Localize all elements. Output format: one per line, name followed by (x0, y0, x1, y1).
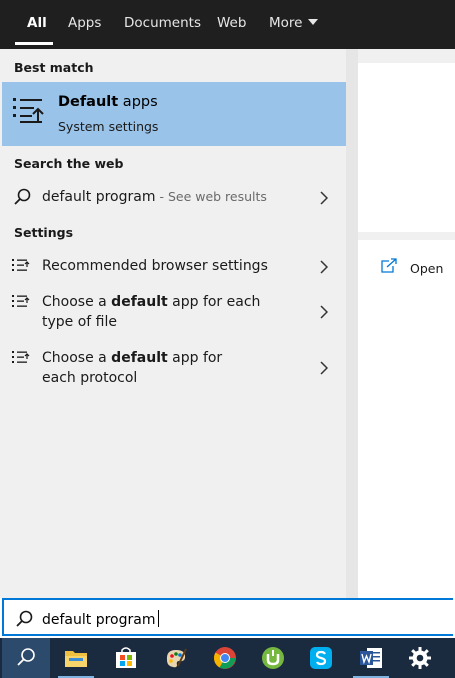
settings-result-text: Choose a default app for each type of fi… (42, 292, 287, 332)
settings-result-default-app-file-type[interactable]: Choose a default app for each type of fi… (2, 290, 346, 336)
chevron-right-icon (320, 304, 329, 323)
open-label: Open (410, 261, 444, 276)
settings-result-text-part: Choose a (42, 294, 112, 310)
best-match-subtitle: System settings (58, 119, 159, 134)
tab-apps[interactable]: Apps (68, 0, 101, 49)
settings-result-text-part: default (111, 294, 168, 310)
chevron-right-icon (320, 360, 329, 379)
utorrent-icon (262, 647, 284, 669)
settings-result-default-app-protocol[interactable]: Choose a default app for each protocol (2, 346, 346, 392)
store-icon (116, 647, 136, 668)
search-filter-bar: All Apps Documents Web More (0, 0, 455, 49)
tab-all-label: All (27, 15, 47, 31)
taskbar-search-button[interactable] (2, 638, 50, 678)
tab-more[interactable]: More (269, 0, 319, 49)
chrome-icon (214, 647, 236, 669)
settings-list-icon (12, 96, 46, 132)
tab-documents-label: Documents (124, 15, 201, 31)
taskbar-file-explorer[interactable] (52, 638, 100, 678)
tab-web-label: Web (217, 15, 247, 31)
settings-list-icon (12, 350, 30, 370)
pane-divider (346, 49, 358, 598)
chevron-right-icon (320, 259, 329, 278)
open-external-icon (380, 258, 398, 278)
tab-active-underline (15, 42, 53, 45)
tab-web[interactable]: Web (217, 0, 246, 49)
web-result-row[interactable]: default program - See web results (2, 182, 346, 212)
search-icon (14, 609, 34, 633)
tab-more-label: More (269, 15, 303, 31)
web-result-text: default program - See web results (42, 187, 302, 207)
settings-result-text-part: Recommended browser settings (42, 258, 268, 274)
section-best-match: Best match (14, 60, 94, 75)
preview-actions (358, 240, 455, 598)
tab-apps-label: Apps (68, 15, 102, 31)
section-settings: Settings (14, 225, 74, 240)
skype-icon (310, 647, 332, 669)
web-result-suffix: - See web results (155, 189, 267, 204)
word-icon (360, 648, 382, 668)
chevron-right-icon (320, 190, 329, 209)
search-input-value: default program (42, 612, 156, 628)
settings-result-text: Recommended browser settings (42, 256, 302, 276)
best-match-title-rest: apps (118, 94, 158, 110)
settings-list-icon (12, 294, 30, 314)
section-search-web: Search the web (14, 156, 124, 171)
tab-documents[interactable]: Documents (124, 0, 201, 49)
text-cursor (158, 610, 160, 627)
search-box[interactable]: default program (2, 598, 453, 636)
settings-result-text: Choose a default app for each protocol (42, 348, 257, 388)
taskbar-paint[interactable] (152, 638, 200, 678)
web-result-query: default program (42, 189, 156, 205)
search-icon (17, 648, 35, 666)
taskbar-word[interactable] (347, 638, 395, 678)
best-match-default-apps[interactable]: Default apps System settings (2, 82, 346, 146)
best-match-title: Default apps (58, 94, 158, 110)
taskbar-settings[interactable] (396, 638, 444, 678)
taskbar-chrome[interactable] (201, 638, 249, 678)
settings-result-text-part: Choose a (42, 350, 112, 366)
taskbar-store[interactable] (102, 638, 150, 678)
search-icon (12, 187, 32, 211)
chevron-down-icon (308, 19, 319, 25)
taskbar (0, 638, 455, 678)
search-input[interactable]: default program (42, 610, 160, 628)
file-explorer-icon (65, 651, 87, 667)
best-match-title-bold: Default (58, 94, 119, 110)
settings-result-recommended-browser[interactable]: Recommended browser settings (2, 252, 346, 280)
taskbar-utorrent[interactable] (249, 638, 297, 678)
open-action[interactable]: Open (380, 258, 450, 280)
taskbar-skype[interactable] (297, 638, 345, 678)
settings-result-text-part: default (111, 350, 168, 366)
paint-icon (166, 648, 187, 668)
preview-card (358, 63, 455, 232)
settings-gear-icon (409, 647, 431, 669)
settings-list-icon (12, 258, 30, 278)
